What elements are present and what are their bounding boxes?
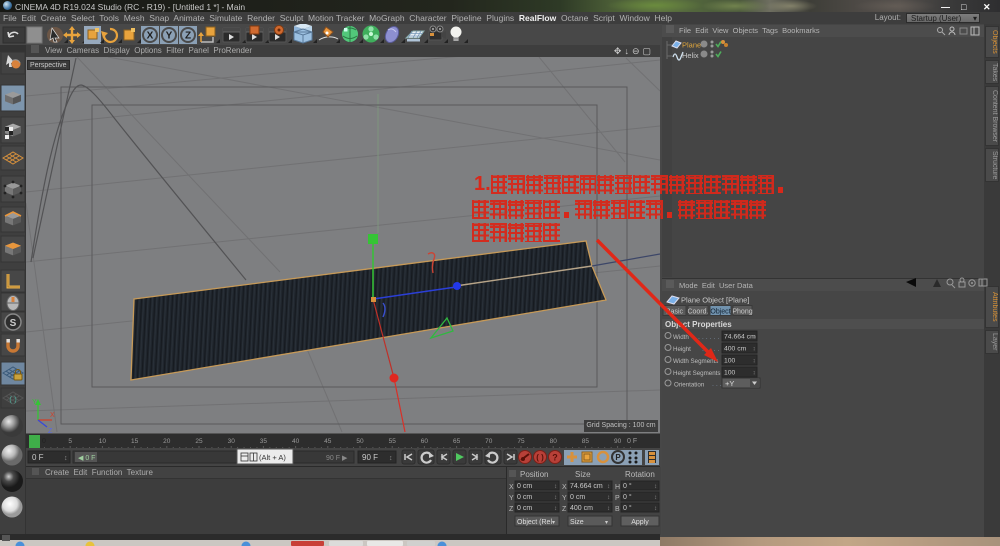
svg-text:(Alt + A): (Alt + A): [259, 453, 286, 462]
